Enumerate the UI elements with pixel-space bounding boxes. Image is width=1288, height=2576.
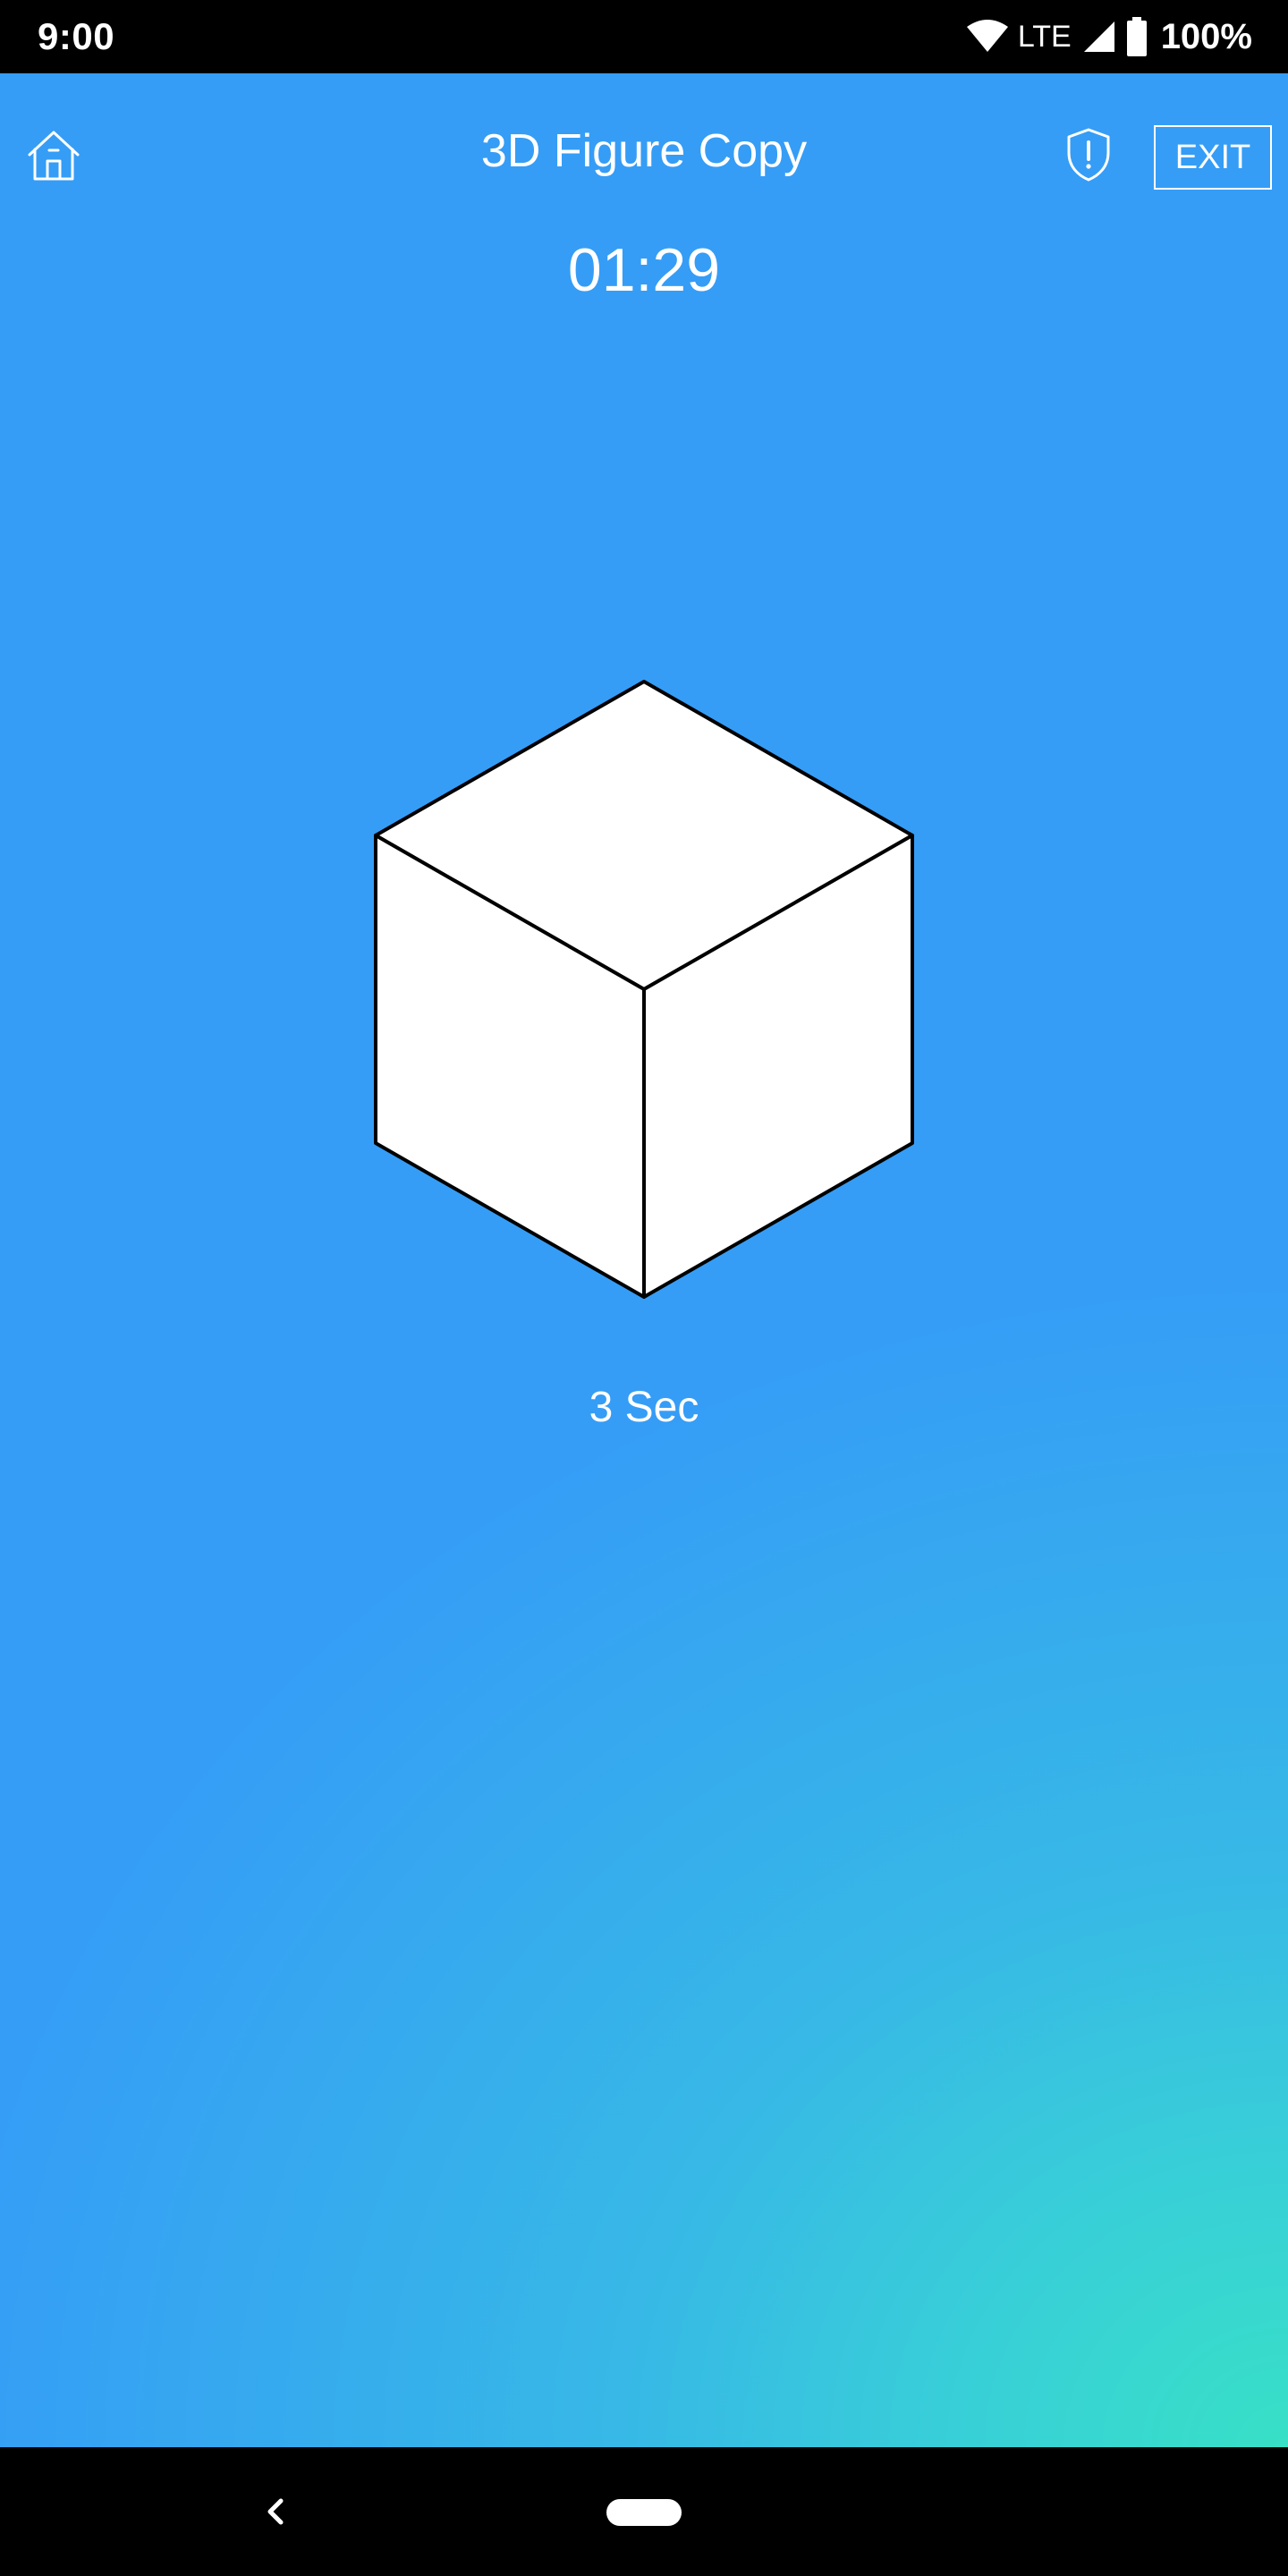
battery-icon	[1126, 17, 1147, 56]
display-duration: 3 Sec	[589, 1384, 699, 1431]
back-icon	[267, 2498, 284, 2525]
report-button[interactable]	[1064, 127, 1113, 182]
cube-figure	[374, 680, 914, 1299]
app-screen: 3D Figure Copy EXIT 01:29 3 Sec	[0, 73, 1288, 2447]
status-time: 9:00	[38, 15, 115, 57]
exit-button[interactable]: EXIT	[1154, 125, 1272, 190]
navigation-bar	[0, 2447, 1288, 2576]
wifi-icon	[966, 20, 1008, 52]
countdown-timer: 01:29	[567, 236, 721, 304]
shield-alert-icon	[1067, 128, 1110, 182]
signal-icon	[1083, 21, 1114, 52]
network-type: LTE	[1017, 19, 1072, 54]
status-icons: LTE 100%	[966, 0, 1252, 73]
back-button[interactable]	[252, 2487, 299, 2537]
home-pill-button[interactable]	[606, 2499, 682, 2526]
battery-percent: 100%	[1160, 16, 1252, 56]
status-bar: 9:00 LTE 100%	[0, 0, 1288, 73]
